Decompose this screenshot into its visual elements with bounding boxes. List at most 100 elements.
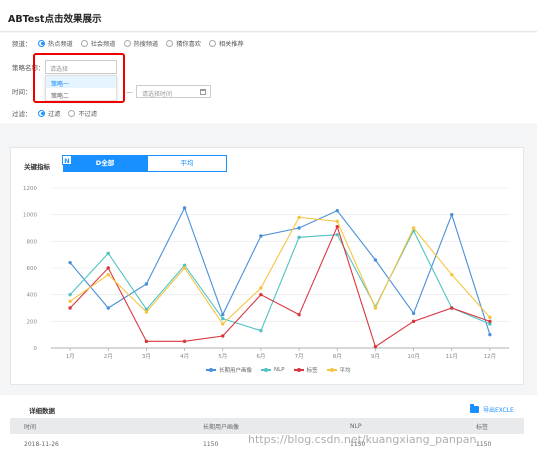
x-tick-label: 12月 bbox=[484, 353, 497, 360]
data-point bbox=[182, 339, 187, 344]
toggle-average-button[interactable]: 平均 bbox=[147, 155, 227, 172]
data-point bbox=[373, 306, 378, 310]
highlight-box bbox=[33, 53, 125, 103]
col-header-profile: 长期用户画像 bbox=[203, 423, 240, 431]
detail-title: 详细数据 bbox=[29, 407, 55, 415]
calendar-icon bbox=[200, 89, 206, 95]
y-tick-label: 0 bbox=[34, 346, 38, 352]
data-point bbox=[144, 282, 149, 286]
channel-label: 频道： bbox=[12, 40, 32, 48]
data-point bbox=[106, 266, 110, 270]
filter-radio-off[interactable]: 不过滤 bbox=[68, 109, 97, 118]
data-point bbox=[221, 334, 225, 338]
radio-icon bbox=[68, 109, 76, 117]
data-point bbox=[297, 312, 301, 317]
table-header: 时间 长期用户画像 NLP 标签 bbox=[10, 418, 524, 434]
data-point bbox=[411, 311, 416, 316]
toggle-all-button[interactable]: D全部 bbox=[63, 155, 147, 172]
legend-marker bbox=[293, 368, 304, 372]
data-point bbox=[450, 212, 454, 217]
radio-checked-icon bbox=[38, 39, 45, 47]
data-point bbox=[488, 319, 492, 324]
view-toggle: D全部 平均 N bbox=[62, 155, 227, 172]
line-chart: 0 200 400 600 800 1000 1200 1月 2月 3月 4月 5月 6月 7月 8月 9月 1… bbox=[23, 186, 509, 360]
channel-radio-society[interactable]: 社会频道 bbox=[80, 39, 116, 48]
data-point bbox=[221, 322, 225, 326]
col-header-nlp: NLP bbox=[350, 422, 362, 430]
x-tick-label: 7月 bbox=[295, 353, 304, 360]
data-point bbox=[488, 315, 492, 320]
data-point bbox=[259, 286, 263, 290]
channel-radio-related[interactable]: 相关推荐 bbox=[209, 39, 244, 48]
data-point bbox=[68, 306, 72, 310]
data-point bbox=[411, 226, 416, 230]
data-point bbox=[411, 319, 416, 324]
date-picker[interactable]: 请选择时间 bbox=[136, 85, 211, 98]
data-point bbox=[335, 232, 339, 237]
data-point bbox=[221, 312, 225, 317]
channel-row: 频道： 热点频道 社会频道 热搜频道 猜你喜欢 相关推荐 bbox=[12, 37, 252, 49]
x-tick-label: 11月 bbox=[446, 353, 459, 360]
radio-checked-icon bbox=[38, 109, 45, 117]
radio-icon bbox=[80, 39, 88, 47]
toggle-badge: N bbox=[62, 155, 72, 165]
legend-marker bbox=[326, 368, 337, 372]
y-tick-label: 200 bbox=[27, 319, 38, 325]
data-point bbox=[297, 226, 301, 230]
x-tick-label: 10月 bbox=[407, 353, 420, 360]
data-point bbox=[450, 306, 454, 310]
legend-item-average[interactable]: 平均 bbox=[326, 366, 351, 374]
data-point bbox=[221, 316, 225, 321]
y-tick-label: 1200 bbox=[23, 186, 37, 192]
data-point bbox=[106, 251, 110, 256]
watermark: https://blog.csdn.net/kuangxiang_panpan bbox=[248, 433, 477, 446]
series-line bbox=[69, 216, 491, 325]
data-point bbox=[335, 219, 339, 224]
y-tick-label: 800 bbox=[27, 239, 38, 245]
cell-time: 2018-11-26 bbox=[24, 440, 59, 448]
chart-card: 0 200 400 600 800 1000 1200 1月 2月 3月 4月 5月 6月 7月 8月 9月 1… bbox=[10, 147, 524, 385]
channel-radio-hot[interactable]: 热点频道 bbox=[38, 39, 73, 48]
data-point bbox=[297, 215, 301, 220]
col-header-time: 时间 bbox=[24, 423, 37, 431]
legend-item-profile[interactable]: 长期用户画像 bbox=[206, 366, 252, 374]
filter-radio-on[interactable]: 过滤 bbox=[38, 109, 60, 118]
filter-row: 过滤： 过滤 不过滤 bbox=[12, 107, 105, 119]
date-separator: — bbox=[126, 88, 133, 96]
radio-icon bbox=[123, 39, 131, 47]
data-point bbox=[373, 258, 378, 262]
chart-legend: 长期用户画像 NLP 标签 平均 bbox=[206, 366, 360, 374]
x-tick-label: 4月 bbox=[180, 353, 189, 360]
y-tick-label: 600 bbox=[27, 266, 38, 272]
data-point bbox=[259, 234, 263, 238]
data-point bbox=[182, 266, 187, 270]
data-point bbox=[68, 260, 72, 265]
x-tick-label: 5月 bbox=[218, 353, 227, 360]
data-point bbox=[68, 292, 72, 297]
filter-label: 过滤： bbox=[12, 110, 32, 118]
data-point bbox=[259, 328, 263, 333]
x-tick-label: 2月 bbox=[104, 353, 113, 360]
export-excel-button[interactable]: 导出EXCLE bbox=[470, 404, 514, 414]
legend-item-nlp[interactable]: NLP bbox=[261, 367, 285, 373]
data-point bbox=[68, 299, 72, 304]
data-point bbox=[144, 310, 149, 314]
data-point bbox=[259, 292, 263, 297]
col-header-tag: 标签 bbox=[476, 423, 489, 431]
channel-radio-trending[interactable]: 热搜频道 bbox=[123, 39, 158, 48]
detail-section: 详细数据 导出EXCLE 时间 长期用户画像 NLP 标签 2018-11-26… bbox=[0, 395, 537, 461]
channel-radio-guess[interactable]: 猜你喜欢 bbox=[166, 39, 201, 48]
legend-marker bbox=[261, 368, 272, 372]
data-point bbox=[297, 235, 301, 240]
radio-icon bbox=[166, 39, 174, 47]
x-tick-label: 3月 bbox=[142, 353, 151, 360]
data-point bbox=[144, 339, 149, 344]
chart-card-title: 关键指标 bbox=[24, 163, 50, 171]
data-point bbox=[335, 208, 339, 213]
legend-item-tag[interactable]: 标签 bbox=[293, 366, 318, 374]
page-title: ABTest点击效果展示 bbox=[8, 14, 102, 25]
data-point bbox=[335, 224, 339, 229]
y-tick-label: 1000 bbox=[23, 213, 37, 219]
legend-marker bbox=[206, 368, 216, 372]
data-point bbox=[488, 332, 492, 337]
